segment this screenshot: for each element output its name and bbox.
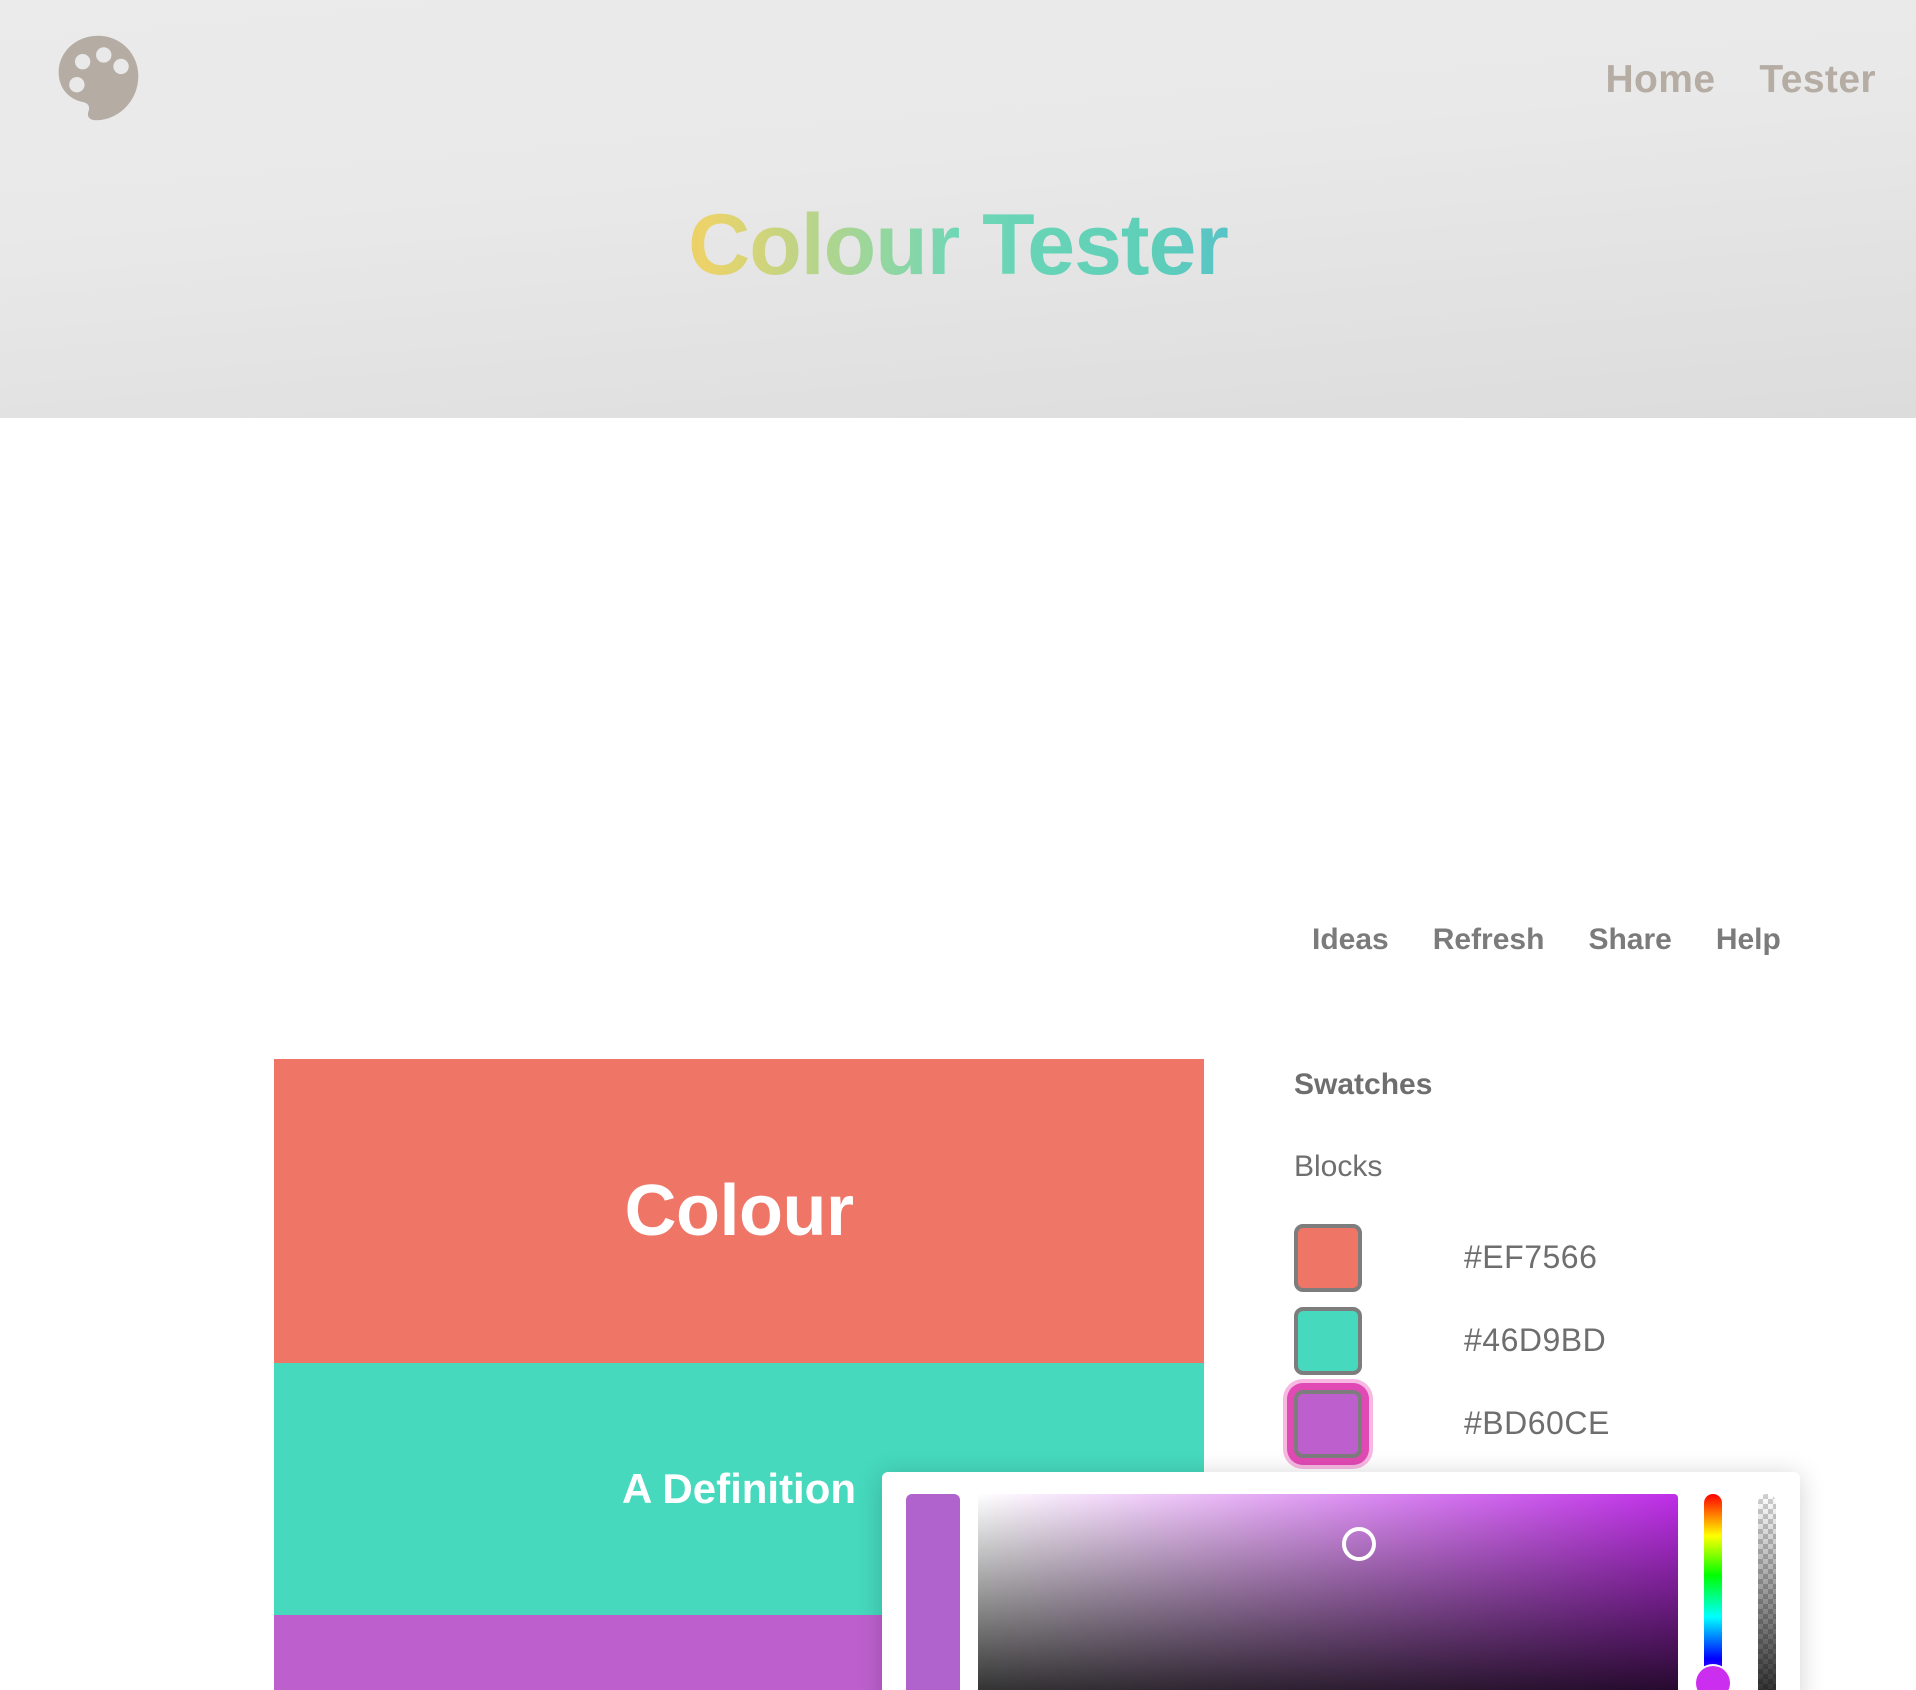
nav-link-tester[interactable]: Tester <box>1759 58 1876 102</box>
toolbar-link-help[interactable]: Help <box>1694 923 1803 957</box>
swatch-row-selected[interactable]: #BD60CE <box>1294 1382 1854 1465</box>
swatch-chip[interactable] <box>1294 1389 1362 1458</box>
page-body: Ideas Refresh Share Help Colour A Defini… <box>0 418 1916 1690</box>
primary-nav: Home Tester <box>1605 58 1876 102</box>
toolbar-link-ideas[interactable]: Ideas <box>1290 923 1411 957</box>
palette-cursor-icon[interactable] <box>1342 1527 1376 1561</box>
toolbar-link-refresh[interactable]: Refresh <box>1411 923 1567 957</box>
swatch-chip[interactable] <box>1294 1223 1362 1292</box>
hue-slider-thumb[interactable] <box>1696 1666 1730 1690</box>
picker-preview-swatch <box>906 1494 960 1690</box>
swatches-heading: Swatches <box>1294 1068 1433 1101</box>
palette-icon[interactable] <box>50 30 146 126</box>
swatch-chip[interactable] <box>1294 1306 1362 1375</box>
swatch-row[interactable]: #EF7566 <box>1294 1216 1854 1299</box>
swatch-hex-label: #46D9BD <box>1464 1322 1607 1358</box>
hue-slider[interactable] <box>1696 1494 1730 1690</box>
colour-picker-popup[interactable]: HEXA RGBA HSLA Save Clear <box>882 1472 1800 1690</box>
swatches-group-label: Blocks <box>1294 1150 1383 1183</box>
toolbar-link-share[interactable]: Share <box>1566 923 1693 957</box>
alpha-slider[interactable] <box>1758 1494 1776 1690</box>
swatch-hex-label: #EF7566 <box>1464 1239 1598 1275</box>
saturation-value-palette[interactable] <box>978 1494 1678 1690</box>
swatch-hex-label: #BD60CE <box>1464 1405 1610 1441</box>
picker-top-row <box>906 1494 1776 1690</box>
action-toolbar: Ideas Refresh Share Help <box>1290 923 1803 957</box>
nav-link-home[interactable]: Home <box>1605 58 1715 102</box>
colour-block-heading[interactable]: Colour <box>274 1059 1204 1363</box>
site-header: Home Tester Colour Tester <box>0 0 1916 418</box>
page-title: Colour Tester <box>0 196 1916 295</box>
swatch-row[interactable]: #46D9BD <box>1294 1299 1854 1382</box>
